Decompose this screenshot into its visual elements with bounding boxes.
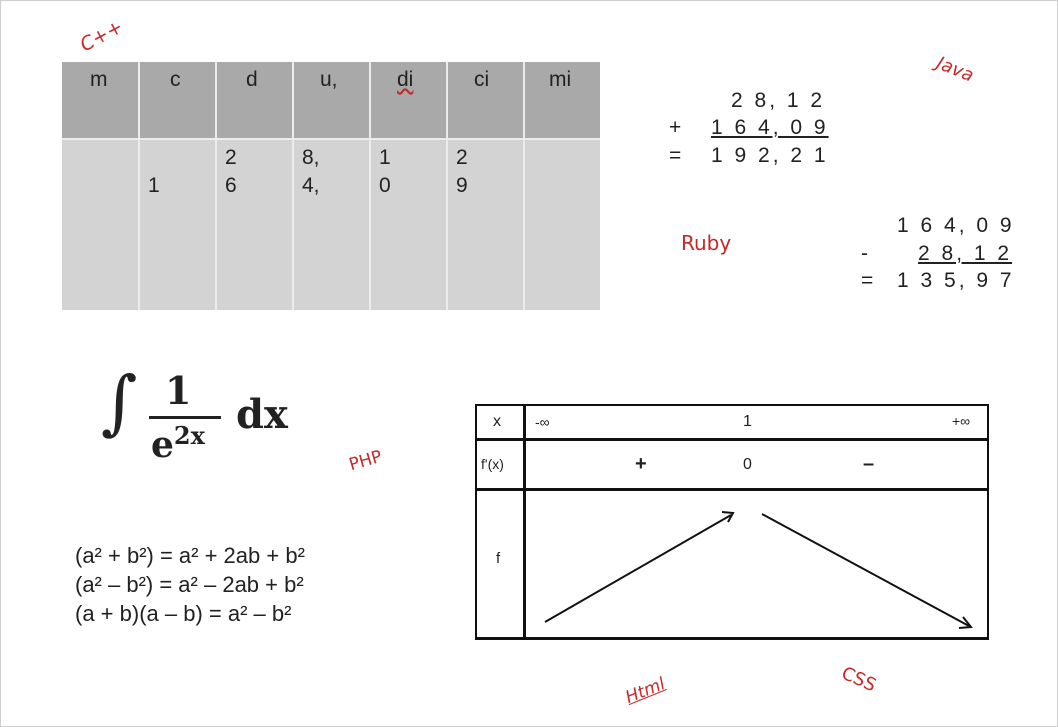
subtraction-operator: - xyxy=(861,242,871,265)
subtraction-equals: = xyxy=(861,269,877,292)
integral-numerator: 1 xyxy=(165,368,192,413)
annotation-html: Html xyxy=(622,674,668,708)
annotation-ruby: Ruby xyxy=(681,231,732,255)
digit-d-2: 6 xyxy=(225,174,237,197)
digit-ci-2: 9 xyxy=(456,174,468,197)
addition-operator: + xyxy=(669,116,685,139)
integral-expression: ∫ 1 e2x dx xyxy=(101,361,311,473)
addition-operand-1: 2 8, 1 2 xyxy=(731,89,826,112)
document-page: C++ Java Ruby PHP Html CSS m c d u, di c… xyxy=(0,0,1058,727)
denominator-base: e xyxy=(151,424,174,466)
header-c: c xyxy=(170,68,181,91)
subtraction-operand-1: 1 6 4, 0 9 xyxy=(897,214,1015,237)
column-divider xyxy=(292,62,294,310)
fraction-bar xyxy=(149,416,221,419)
header-di: di xyxy=(397,68,414,91)
integral-denominator: e2x xyxy=(151,421,205,466)
digit-u-2: 4, xyxy=(302,174,320,197)
annotation-php: PHP xyxy=(346,446,385,476)
header-ci: ci xyxy=(474,68,490,91)
digit-d-1: 2 xyxy=(225,146,237,169)
column-divider xyxy=(138,62,140,310)
digit-u-1: 8, xyxy=(302,146,320,169)
column-divider xyxy=(215,62,217,310)
table-body-row xyxy=(62,138,600,310)
subtraction-operand-2: 2 8, 1 2 xyxy=(918,242,1013,265)
table-row-divider xyxy=(62,138,600,140)
identity-line: (a + b)(a – b) = a² – b² xyxy=(75,601,292,626)
annotation-css: CSS xyxy=(838,662,880,697)
header-mi: mi xyxy=(549,68,572,91)
decreasing-arrow xyxy=(761,513,970,627)
variation-table: x -∞ 1 +∞ f'(x) + 0 – f xyxy=(475,404,989,640)
header-d: d xyxy=(246,68,258,91)
digit-c: 1 xyxy=(148,174,160,197)
column-divider xyxy=(523,62,525,310)
denominator-exponent: 2x xyxy=(173,421,205,450)
integral-sign: ∫ xyxy=(101,361,138,443)
column-divider xyxy=(369,62,371,310)
header-m: m xyxy=(90,68,108,91)
digit-ci-1: 2 xyxy=(456,146,468,169)
identity-line: (a² – b²) = a² – 2ab + b² xyxy=(75,572,304,597)
variation-arrows xyxy=(544,511,973,629)
addition-equals: = xyxy=(669,144,685,167)
place-value-table: m c d u, di ci mi 1 2 6 8, 4, 1 0 2 9 xyxy=(62,62,600,310)
algebraic-identities: (a² + b²) = a² + 2ab + b² (a² – b²) = a²… xyxy=(75,541,305,628)
addition-result: 1 9 2, 2 1 xyxy=(711,144,829,167)
column-divider xyxy=(446,62,448,310)
annotation-java: Java xyxy=(933,52,977,87)
header-u: u, xyxy=(320,68,338,91)
annotation-cpp: C++ xyxy=(76,15,127,57)
addition-operand-2: 1 6 4, 0 9 xyxy=(711,116,829,139)
subtraction-result: 1 3 5, 9 7 xyxy=(897,269,1015,292)
integral-differential: dx xyxy=(236,391,288,438)
increasing-arrow xyxy=(544,514,732,623)
digit-di-2: 0 xyxy=(379,174,391,197)
digit-di-1: 1 xyxy=(379,146,391,169)
identity-line: (a² + b²) = a² + 2ab + b² xyxy=(75,543,305,568)
